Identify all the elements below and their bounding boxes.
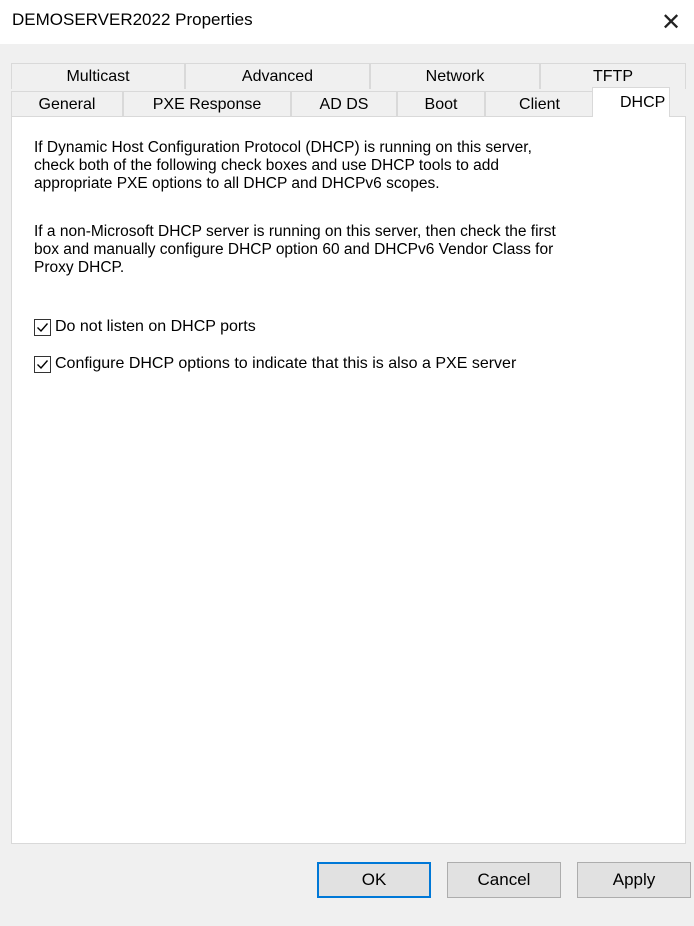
window-title: DEMOSERVER2022 Properties (12, 10, 253, 29)
checkbox-label: Do not listen on DHCP ports (55, 318, 256, 335)
tab-label: Boot (424, 95, 458, 113)
button-label: OK (361, 870, 387, 889)
tab-advanced[interactable]: Advanced (185, 63, 370, 89)
tab-label: TFTP (593, 67, 633, 85)
tab-label: Advanced (241, 67, 314, 85)
button-label: Cancel (477, 870, 531, 889)
tab-boot[interactable]: Boot (397, 91, 485, 117)
tab-pxe-response[interactable]: PXE Response (123, 91, 291, 117)
tab-tftp[interactable]: TFTP (540, 63, 686, 89)
close-icon: ✕ (660, 8, 682, 36)
configure-dhcp-options-checkbox[interactable] (34, 355, 51, 373)
button-label: Apply (612, 870, 656, 889)
checkbox-label: Configure DHCP options to indicate that … (55, 355, 517, 372)
dhcp-instructions-paragraph: If Dynamic Host Configuration Protocol (… (34, 139, 644, 193)
configure-dhcp-options-option[interactable]: Configure DHCP options to indicate that … (34, 355, 516, 373)
tab-multicast[interactable]: Multicast (11, 63, 185, 89)
tab-label: PXE Response (152, 95, 262, 113)
do-not-listen-dhcp-ports-checkbox[interactable] (34, 318, 51, 336)
text-line: If a non-Microsoft DHCP server is runnin… (34, 223, 556, 240)
tab-label: General (38, 95, 96, 113)
text-line: check both of the following check boxes … (34, 157, 499, 174)
tab-client[interactable]: Client (485, 91, 594, 117)
apply-button[interactable]: Apply (577, 862, 691, 898)
text-line: Proxy DHCP. (34, 259, 125, 276)
text-line: If Dynamic Host Configuration Protocol (… (34, 139, 532, 156)
tab-ad-ds[interactable]: AD DS (291, 91, 397, 117)
do-not-listen-dhcp-ports-option[interactable]: Do not listen on DHCP ports (34, 318, 256, 336)
tab-dhcp[interactable]: DHCP (592, 87, 670, 117)
non-microsoft-dhcp-paragraph: If a non-Microsoft DHCP server is runnin… (34, 223, 644, 277)
tab-label: Client (519, 95, 560, 113)
tab-general[interactable]: General (11, 91, 123, 117)
text-line: box and manually configure DHCP option 6… (34, 241, 554, 258)
text-line: appropriate PXE options to all DHCP and … (34, 175, 440, 192)
tab-label: AD DS (319, 95, 369, 113)
dhcp-tab-panel: If Dynamic Host Configuration Protocol (… (11, 116, 686, 844)
ok-button[interactable]: OK (317, 862, 431, 898)
cancel-button[interactable]: Cancel (447, 862, 561, 898)
checkmark-icon (37, 359, 49, 369)
tab-network[interactable]: Network (370, 63, 540, 89)
tab-label: Multicast (66, 67, 130, 85)
tab-label: Network (425, 67, 485, 85)
tab-label: DHCP (620, 93, 666, 111)
checkmark-icon (37, 322, 49, 332)
title-bar: DEMOSERVER2022 Properties ✕ (0, 0, 694, 44)
close-button[interactable]: ✕ (648, 0, 694, 44)
